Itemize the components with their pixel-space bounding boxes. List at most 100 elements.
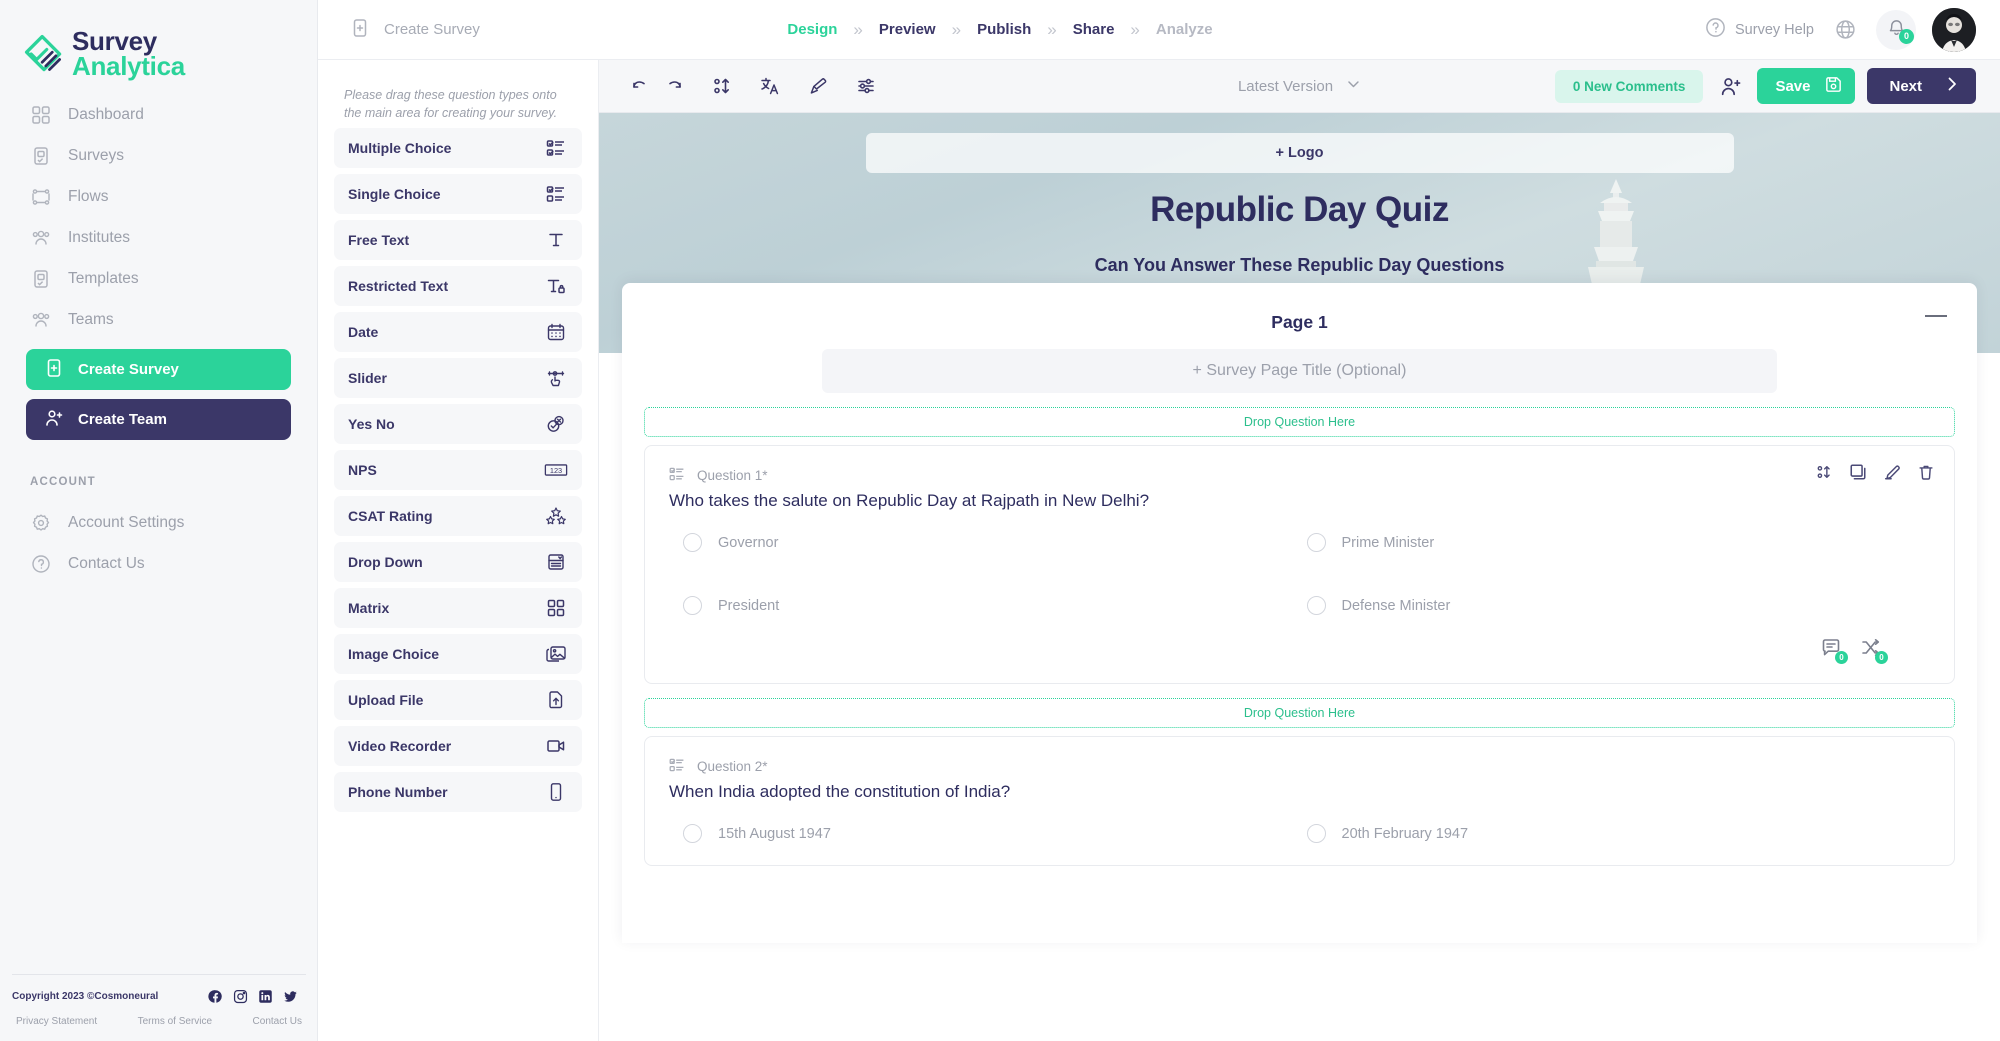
question-type-free-text[interactable]: Free Text — [334, 220, 582, 260]
survey-help-button[interactable]: Survey Help — [1705, 17, 1814, 42]
move-question-icon[interactable] — [1814, 462, 1834, 482]
question-type-label: CSAT Rating — [348, 508, 433, 524]
radio-icon[interactable] — [1307, 533, 1326, 552]
sidebar-item-account-settings[interactable]: Account Settings — [0, 502, 317, 543]
radio-icon[interactable] — [1307, 596, 1326, 615]
brush-icon[interactable] — [801, 69, 835, 103]
question-comment-icon[interactable]: 0 — [1820, 637, 1844, 661]
collapse-page-icon[interactable] — [1925, 315, 1947, 317]
question-type-yes-no[interactable]: Yes No — [334, 404, 582, 444]
create-survey-button[interactable]: Create Survey — [26, 349, 291, 390]
translate-icon[interactable] — [753, 69, 787, 103]
footer-link-terms[interactable]: Terms of Service — [138, 1016, 212, 1027]
comments-button[interactable]: 0 New Comments — [1555, 70, 1704, 103]
page-title-input[interactable]: + Survey Page Title (Optional) — [822, 349, 1777, 393]
version-selector[interactable]: Latest Version — [1238, 76, 1361, 96]
save-button[interactable]: Save — [1757, 68, 1855, 104]
step-analyze[interactable]: Analyze — [1156, 21, 1213, 38]
radio-icon[interactable] — [683, 533, 702, 552]
question-type-label: Slider — [348, 370, 387, 386]
chevron-right-icon: » — [952, 20, 961, 40]
edit-question-icon[interactable] — [1882, 462, 1902, 482]
next-button[interactable]: Next — [1867, 68, 1976, 104]
top-bar-actions: Survey Help 0 — [1705, 8, 1976, 52]
create-team-button[interactable]: Create Team — [26, 399, 291, 440]
question-2-text[interactable]: When India adopted the constitution of I… — [669, 782, 1930, 802]
survey-subtitle[interactable]: Can You Answer These Republic Day Questi… — [866, 245, 1734, 285]
option-row[interactable]: President — [683, 596, 1307, 615]
question-type-nps[interactable]: NPS 123 — [334, 450, 582, 490]
question-1-tools — [1814, 462, 1936, 482]
question-1-options: Governor Prime Minister President — [669, 533, 1930, 615]
instagram-icon[interactable] — [233, 989, 248, 1004]
question-type-slider[interactable]: Slider — [334, 358, 582, 398]
main-area: Create Survey Design » Preview » Publish… — [318, 0, 2000, 1041]
question-1-text[interactable]: Who takes the salute on Republic Day at … — [669, 491, 1930, 511]
step-publish[interactable]: Publish — [977, 21, 1031, 38]
question-type-matrix[interactable]: Matrix — [334, 588, 582, 628]
question-types-hint: Please drag these question types onto th… — [334, 60, 582, 122]
sidebar-item-surveys[interactable]: Surveys — [0, 135, 317, 176]
linkedin-icon[interactable] — [258, 989, 273, 1004]
option-row[interactable]: 15th August 1947 — [683, 824, 1307, 843]
question-type-label: Date — [348, 324, 378, 340]
single-choice-icon — [669, 757, 685, 776]
redo-icon[interactable] — [657, 69, 691, 103]
question-type-video-recorder[interactable]: Video Recorder — [334, 726, 582, 766]
drop-zone-middle[interactable]: Drop Question Here — [644, 698, 1955, 728]
radio-icon[interactable] — [1307, 824, 1326, 843]
next-label: Next — [1889, 78, 1922, 95]
question-type-restricted-text[interactable]: Restricted Text — [334, 266, 582, 306]
sidebar-item-templates[interactable]: Templates — [0, 258, 317, 299]
undo-icon[interactable] — [623, 69, 657, 103]
avatar[interactable] — [1932, 8, 1976, 52]
step-share[interactable]: Share — [1073, 21, 1115, 38]
radio-icon[interactable] — [683, 824, 702, 843]
footer-link-privacy[interactable]: Privacy Statement — [16, 1016, 97, 1027]
globe-icon[interactable] — [1830, 15, 1860, 45]
drop-zone-top[interactable]: Drop Question Here — [644, 407, 1955, 437]
app-logo[interactable]: Survey Analytica — [0, 0, 317, 86]
question-logic-icon[interactable]: 0 — [1860, 637, 1884, 661]
notifications-button[interactable]: 0 — [1876, 10, 1916, 50]
question-type-image-choice[interactable]: Image Choice — [334, 634, 582, 674]
sidebar-item-flows[interactable]: Flows — [0, 176, 317, 217]
question-type-single-choice[interactable]: Single Choice — [334, 174, 582, 214]
facebook-icon[interactable] — [208, 989, 223, 1004]
survey-title[interactable]: Republic Day Quiz — [866, 183, 1734, 237]
delete-question-icon[interactable] — [1916, 462, 1936, 482]
option-label: Defense Minister — [1342, 598, 1451, 614]
sidebar-item-teams[interactable]: Teams — [0, 299, 317, 340]
sidebar-item-dashboard[interactable]: Dashboard — [0, 94, 317, 135]
question-type-phone-number[interactable]: Phone Number — [334, 772, 582, 812]
floppy-disk-icon — [1824, 75, 1843, 98]
account-nav: Account Settings Contact Us — [0, 502, 317, 584]
question-card-2: Question 2* When India adopted the const… — [644, 736, 1955, 866]
duplicate-question-icon[interactable] — [1848, 462, 1868, 482]
question-type-multiple-choice[interactable]: Multiple Choice — [334, 128, 582, 168]
grid-icon — [30, 104, 52, 126]
sidebar-item-contact-us[interactable]: Contact Us — [0, 543, 317, 584]
question-type-drop-down[interactable]: Drop Down — [334, 542, 582, 582]
option-row[interactable]: Prime Minister — [1307, 533, 1931, 552]
option-row[interactable]: 20th February 1947 — [1307, 824, 1931, 843]
sidebar-item-institutes[interactable]: Institutes — [0, 217, 317, 258]
page-header: Page 1 — [644, 305, 1955, 339]
question-type-upload-file[interactable]: Upload File — [334, 680, 582, 720]
option-row[interactable]: Governor — [683, 533, 1307, 552]
radio-icon[interactable] — [683, 596, 702, 615]
reorder-icon[interactable] — [705, 69, 739, 103]
question-type-csat-rating[interactable]: CSAT Rating — [334, 496, 582, 536]
survey-preview-scroll[interactable]: + Logo Republic Day Quiz Can You Answer … — [599, 113, 2000, 1041]
step-design[interactable]: Design — [787, 21, 837, 38]
step-preview[interactable]: Preview — [879, 21, 936, 38]
twitter-icon[interactable] — [283, 989, 298, 1004]
logo-placeholder[interactable]: + Logo — [866, 133, 1734, 173]
settings-sliders-icon[interactable] — [849, 69, 883, 103]
breadcrumb[interactable]: Create Survey — [350, 18, 480, 42]
question-type-date[interactable]: Date — [334, 312, 582, 352]
option-row[interactable]: Defense Minister — [1307, 596, 1931, 615]
footer-link-contact[interactable]: Contact Us — [253, 1016, 302, 1027]
restricted-text-icon — [544, 274, 568, 298]
add-collaborator-icon[interactable] — [1715, 71, 1745, 101]
